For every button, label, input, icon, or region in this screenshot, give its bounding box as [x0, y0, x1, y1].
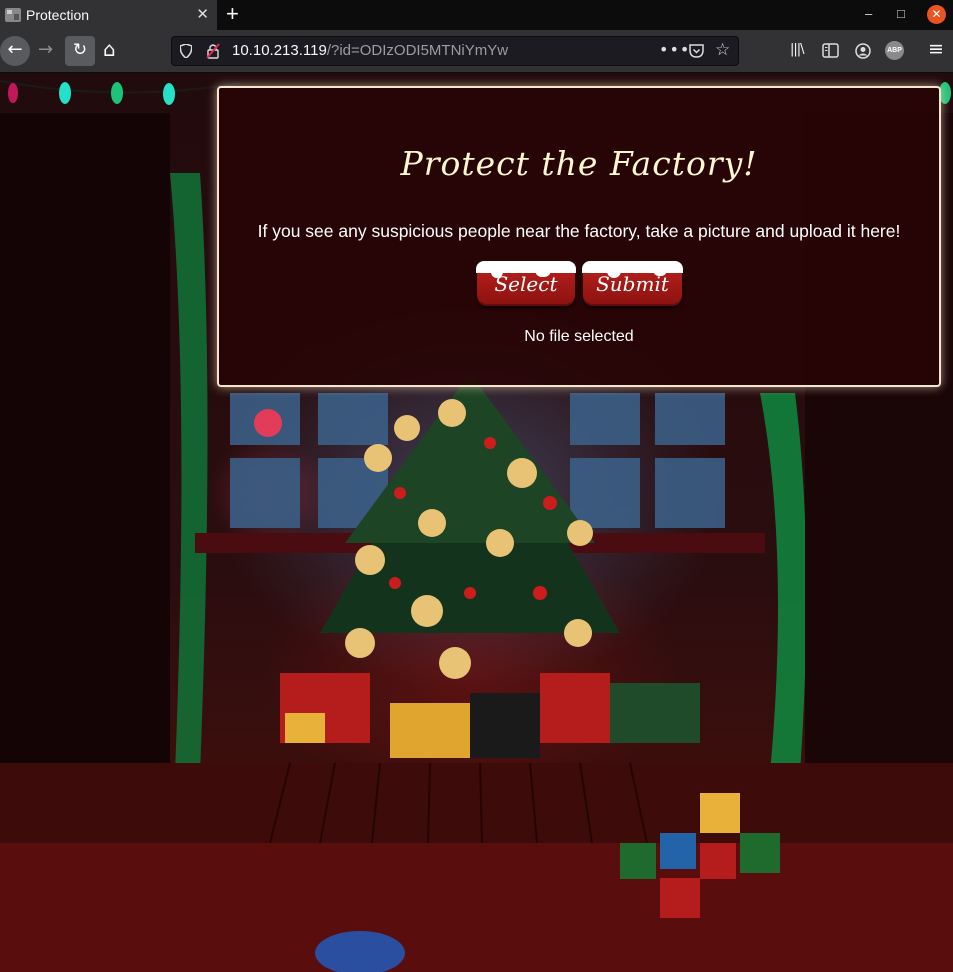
- address-bar[interactable]: 10.10.213.119/?id=ODIzODI5MTNiYmYw ••• ☆: [171, 36, 739, 66]
- url-host: 10.10.213.119: [232, 42, 327, 59]
- page-viewport: Protect the Factory! If you see any susp…: [0, 73, 953, 972]
- page-actions-icon[interactable]: •••: [659, 40, 690, 59]
- adblock-icon[interactable]: ABP: [885, 41, 904, 60]
- reload-button[interactable]: ↻: [65, 36, 95, 66]
- tracking-shield-icon[interactable]: [180, 44, 192, 58]
- library-icon[interactable]: |||\: [790, 42, 804, 57]
- upload-panel: Protect the Factory! If you see any susp…: [217, 86, 941, 387]
- select-file-button[interactable]: Select: [476, 261, 576, 306]
- menu-icon[interactable]: ≡: [928, 38, 944, 60]
- page-favicon-icon: [5, 8, 21, 22]
- url-text[interactable]: 10.10.213.119/?id=ODIzODI5MTNiYmYw: [232, 42, 508, 59]
- pocket-icon[interactable]: [689, 44, 704, 58]
- upload-instructions: If you see any suspicious people near th…: [257, 221, 901, 241]
- tab-close-icon[interactable]: ✕: [196, 5, 209, 23]
- maximize-button[interactable]: □: [897, 6, 905, 21]
- sidebar-icon[interactable]: [822, 43, 839, 58]
- new-tab-button[interactable]: +: [226, 1, 239, 27]
- submit-button[interactable]: Submit: [582, 261, 683, 306]
- back-button[interactable]: ←: [0, 36, 30, 66]
- navigation-toolbar: ← → ↻ ⌂ 10.10.213.119/?id=ODIzODI5MTNiYm…: [0, 30, 953, 73]
- minimize-button[interactable]: –: [865, 6, 872, 21]
- bookmark-star-icon[interactable]: ☆: [715, 40, 730, 60]
- window-close-button[interactable]: ✕: [927, 5, 946, 24]
- active-tab[interactable]: Protection ✕: [0, 0, 217, 30]
- forward-button[interactable]: →: [38, 39, 53, 60]
- select-file-label: Select: [494, 272, 558, 296]
- home-button[interactable]: ⌂: [103, 37, 116, 61]
- tab-strip: Protection ✕ + – □ ✕: [0, 0, 953, 30]
- url-query: /?id=ODIzODI5MTNiYmYw: [326, 42, 509, 59]
- tab-title: Protection: [26, 7, 90, 23]
- file-status: No file selected: [524, 328, 634, 345]
- submit-label: Submit: [596, 272, 669, 296]
- insecure-lock-icon[interactable]: [205, 43, 221, 59]
- page-title: Protect the Factory!: [400, 144, 758, 183]
- account-icon[interactable]: [855, 43, 871, 59]
